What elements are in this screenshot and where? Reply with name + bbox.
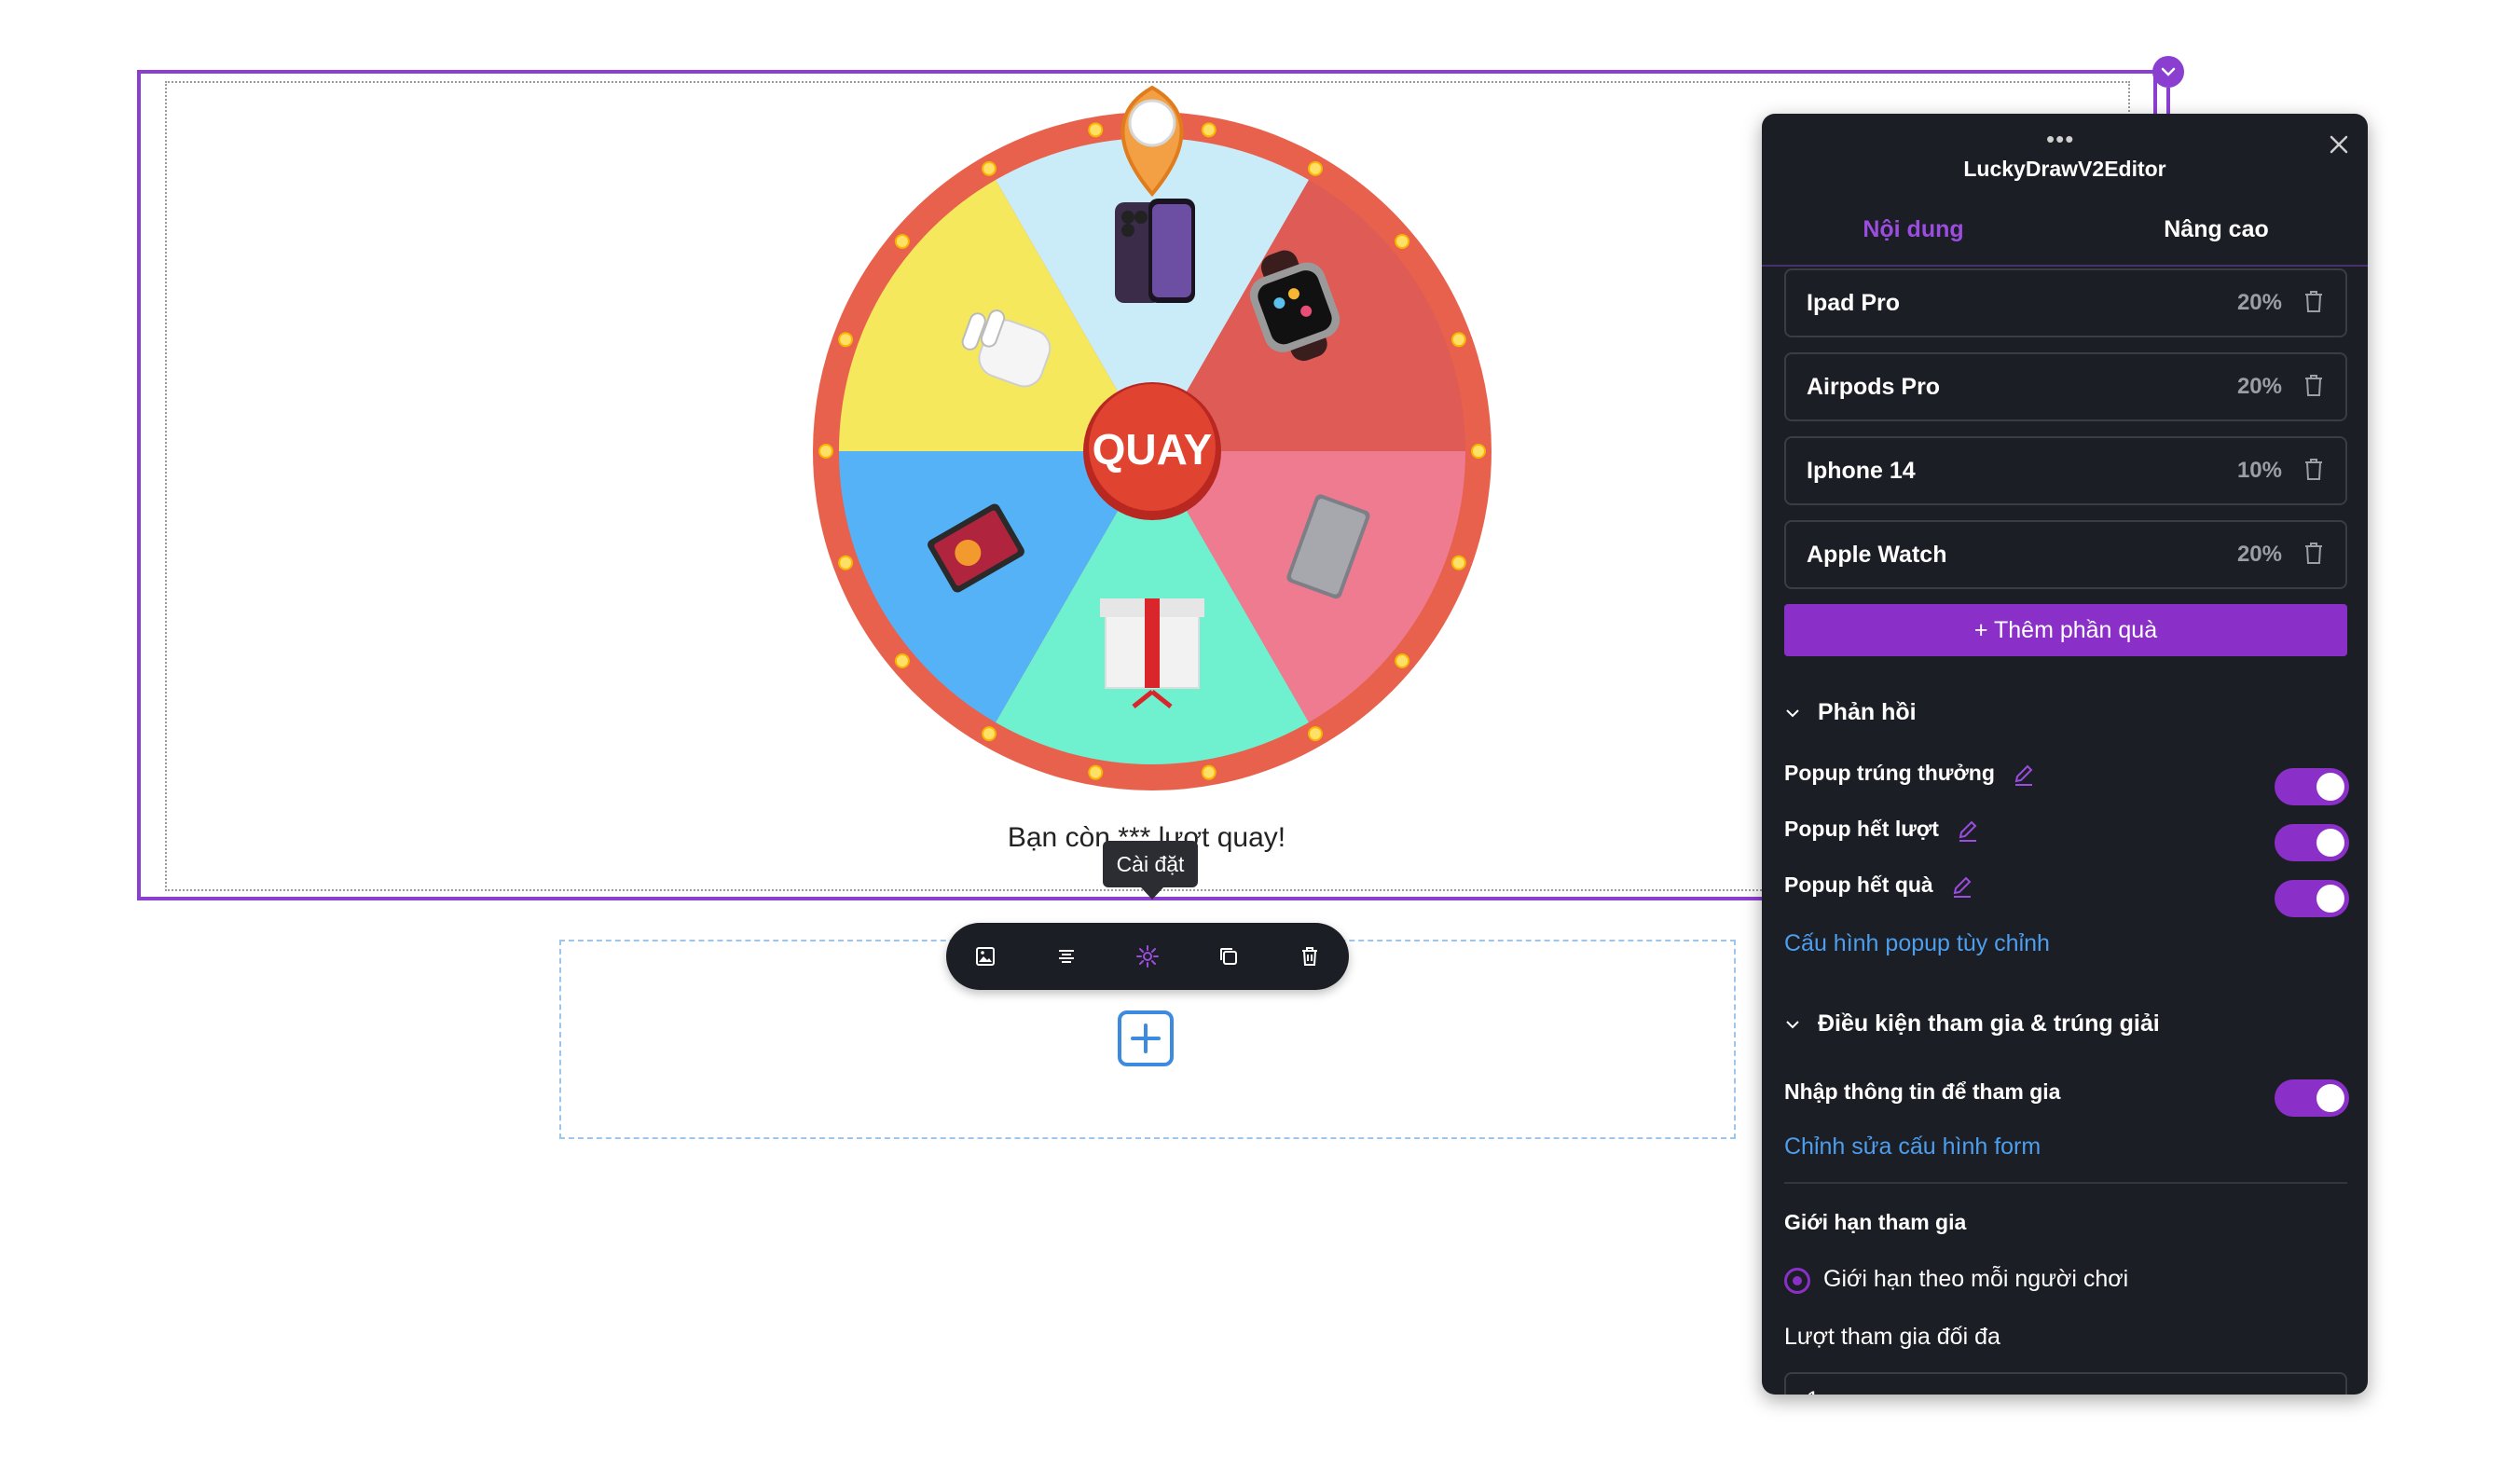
toggle-input-info[interactable] — [2275, 1079, 2349, 1117]
align-center-icon — [1059, 950, 1074, 963]
image-icon — [976, 947, 995, 966]
input-info-label: Nhập thông tin để tham gia — [1784, 1079, 2061, 1104]
prize-row[interactable]: Ipad Pro 20% — [1784, 268, 2347, 337]
wheel-bulb — [982, 726, 997, 742]
iphone-icon — [1115, 199, 1195, 303]
gear-icon — [1136, 945, 1159, 968]
toggle-knob — [2316, 773, 2344, 801]
max-participation-label: Lượt tham gia đối đa — [1784, 1324, 2000, 1350]
limit-per-player-label[interactable]: Giới hạn theo mỗi người chơi — [1823, 1266, 2128, 1293]
pencil-icon[interactable] — [2012, 763, 2036, 787]
max-participation-input[interactable]: 1 — [1784, 1372, 2347, 1395]
wheel-bulb — [818, 444, 833, 459]
tab-underline — [1762, 265, 2368, 267]
tab-advanced[interactable]: Nâng cao — [2065, 216, 2368, 243]
wheel-bulb — [838, 555, 854, 570]
toggle-label-text: Popup hết quà — [1784, 873, 1933, 897]
wheel-bulb — [1395, 234, 1410, 250]
prize-name: Apple Watch — [1807, 542, 1947, 568]
trash-icon[interactable] — [2303, 289, 2325, 313]
pencil-icon[interactable] — [1956, 818, 1980, 843]
duplicate-button[interactable] — [1212, 940, 1245, 973]
settings-button[interactable] — [1131, 940, 1164, 973]
toggle-knob — [2316, 829, 2344, 857]
plus-icon — [1131, 1024, 1161, 1053]
toggle-win-popup[interactable] — [2275, 768, 2349, 805]
prize-percent: 20% — [2236, 290, 2282, 315]
limit-per-player-radio[interactable] — [1784, 1268, 1810, 1294]
tab-content[interactable]: Nội dung — [1762, 216, 2065, 243]
wheel-bulb — [1395, 653, 1410, 668]
prize-row[interactable]: Airpods Pro 20% — [1784, 352, 2347, 421]
section-title: Điều kiện tham gia & trúng giải — [1818, 1010, 2160, 1037]
panel-title: LuckyDrawV2Editor — [1963, 157, 2166, 181]
prize-percent: 20% — [2236, 542, 2282, 567]
block-collapse-handle[interactable] — [2152, 56, 2184, 88]
toggle-label-text: Popup hết lượt — [1784, 817, 1939, 841]
wheel-bulb — [982, 160, 997, 176]
delete-button[interactable] — [1293, 940, 1327, 973]
trash-icon[interactable] — [2303, 457, 2325, 481]
add-block-button[interactable] — [1118, 1010, 1174, 1066]
toggle-label-out-of-gifts: Popup hết quà — [1784, 873, 1974, 899]
trash-icon[interactable] — [2303, 541, 2325, 565]
tooltip-arrow — [1141, 887, 1163, 900]
settings-tooltip: Cài đặt — [1103, 841, 1198, 887]
wheel-bulb — [1088, 122, 1104, 138]
wheel-bulb — [1088, 764, 1104, 780]
wheel-bulb — [1450, 555, 1466, 570]
wheel-bulb — [894, 234, 910, 250]
spin-button-label: QUAY — [1093, 425, 1213, 474]
feedback-section-header[interactable]: Phản hồi — [1784, 699, 1917, 726]
prize-name: Ipad Pro — [1807, 290, 1901, 316]
prize-percent: 10% — [2236, 458, 2282, 483]
toggle-out-of-turns[interactable] — [2275, 824, 2349, 861]
prize-row[interactable]: Iphone 14 10% — [1784, 436, 2347, 505]
editor-panel: ••• LuckyDrawV2Editor Nội dung Nâng cao … — [1762, 114, 2368, 1395]
wheel-bulb — [1308, 160, 1323, 176]
chevron-down-icon — [1786, 1021, 1799, 1029]
block-handle-line — [2166, 88, 2170, 116]
wheel-bulb — [894, 653, 910, 668]
radio-dot — [1793, 1276, 1802, 1285]
edit-form-config-link[interactable]: Chỉnh sửa cấu hình form — [1784, 1134, 2041, 1161]
pencil-icon[interactable] — [1950, 874, 1974, 899]
chevron-down-icon — [2161, 67, 2176, 76]
wheel-svg: QUAY — [813, 85, 1492, 790]
custom-popup-config-link[interactable]: Cấu hình popup tùy chỉnh — [1784, 930, 2050, 957]
toggle-label-out-of-turns: Popup hết lượt — [1784, 817, 1980, 843]
chevron-down-icon — [1786, 709, 1799, 718]
prize-row[interactable]: Apple Watch 20% — [1784, 520, 2347, 589]
drag-handle-icon[interactable]: ••• — [2046, 125, 2074, 154]
conditions-section-header[interactable]: Điều kiện tham gia & trúng giải — [1784, 1010, 2160, 1037]
block-toolbar — [946, 923, 1349, 990]
add-prize-button[interactable]: + Thêm phần quà — [1784, 604, 2347, 656]
prize-name: Iphone 14 — [1807, 458, 1916, 484]
wheel-bulb — [1308, 726, 1323, 742]
trash-icon[interactable] — [2303, 373, 2325, 397]
wheel-bulb — [1471, 444, 1486, 459]
align-button[interactable] — [1050, 940, 1083, 973]
divider — [1784, 1182, 2347, 1184]
toggle-label-text: Popup trúng thưởng — [1784, 761, 1995, 785]
duplicate-icon — [1220, 948, 1237, 965]
wheel-bulb — [1201, 764, 1217, 780]
close-icon[interactable] — [2325, 131, 2353, 158]
image-button[interactable] — [969, 940, 1002, 973]
trash-icon — [1302, 947, 1317, 966]
limit-title: Giới hạn tham gia — [1784, 1210, 1967, 1234]
max-participation-value: 1 — [1807, 1387, 1819, 1395]
wheel-bulb — [1450, 332, 1466, 348]
prize-name: Airpods Pro — [1807, 374, 1941, 400]
toggle-label-win-popup: Popup trúng thưởng — [1784, 761, 2036, 787]
toggle-knob — [2316, 1084, 2344, 1112]
wheel-bulb — [838, 332, 854, 348]
prize-percent: 20% — [2236, 374, 2282, 399]
lucky-wheel[interactable]: QUAY — [813, 82, 1492, 790]
toggle-knob — [2316, 885, 2344, 913]
wheel-bulb — [1201, 122, 1217, 138]
toggle-out-of-gifts[interactable] — [2275, 880, 2349, 917]
section-title: Phản hồi — [1818, 699, 1917, 725]
